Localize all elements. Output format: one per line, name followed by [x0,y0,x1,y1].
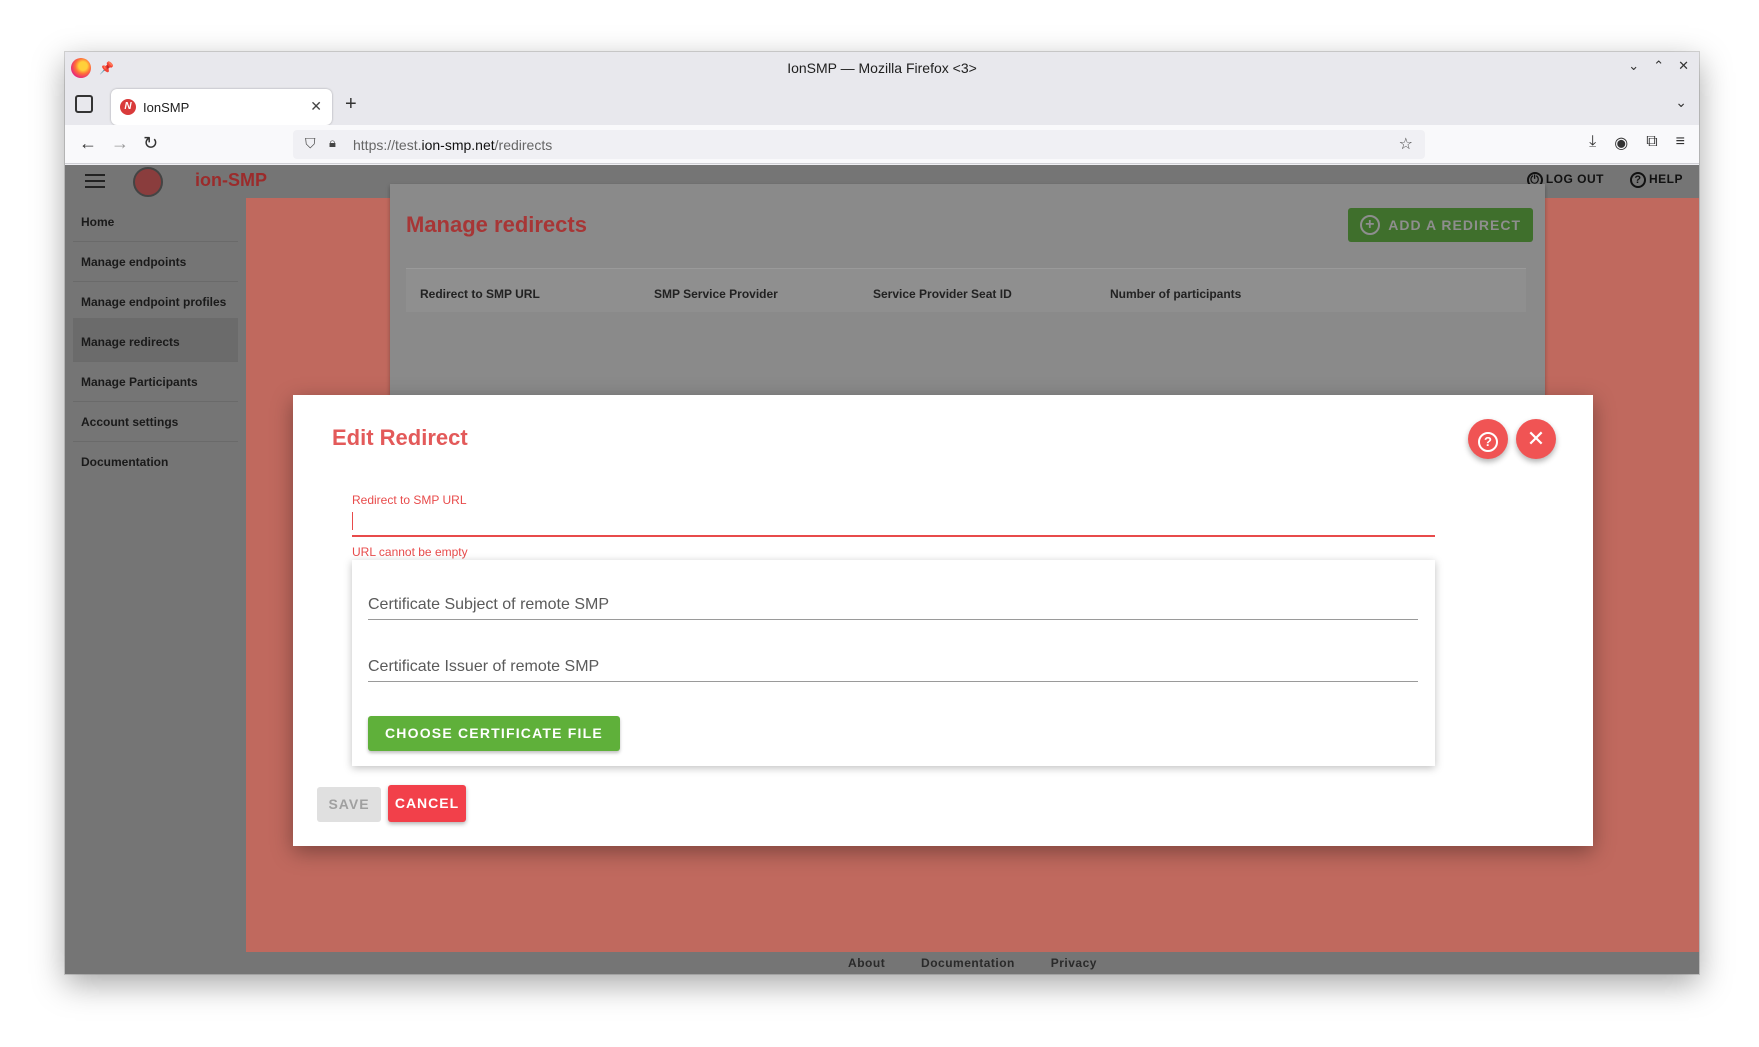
bookmark-star-icon[interactable]: ☆ [1399,134,1413,154]
add-redirect-label: ADD A REDIRECT [1388,217,1521,233]
tab-list-icon[interactable] [75,95,93,113]
download-icon[interactable]: ⤓ [1589,133,1596,153]
browser-window: 📌 IonSMP — Mozilla Firefox <3> ⌄ ⌃ ✕ N I… [65,52,1699,974]
window-title: IonSMP — Mozilla Firefox <3> [787,60,977,76]
column-header-provider[interactable]: SMP Service Provider [654,287,778,301]
maximize-icon[interactable]: ⌃ [1653,58,1664,74]
menu-icon[interactable]: ≡ [1676,133,1685,153]
footer-link-about[interactable]: About [848,956,885,970]
sidebar-item-manage-participants[interactable]: Manage Participants [73,358,238,402]
new-tab-icon[interactable]: + [345,93,357,116]
dialog-help-button[interactable]: ? [1468,419,1508,459]
tab-overflow-icon[interactable]: ⌄ [1675,94,1687,111]
forward-icon[interactable]: → [111,133,129,154]
certificate-subject-input[interactable]: Certificate Subject of remote SMP [368,590,1418,620]
sidebar-item-home[interactable]: Home [73,198,238,242]
redirect-url-input[interactable] [352,507,1435,537]
account-icon[interactable]: ◉ [1614,133,1628,153]
lock-icon[interactable]: 🔒︎ [329,135,336,151]
text-caret [352,512,353,530]
sidebar: Home Manage endpoints Manage endpoint pr… [65,198,246,974]
add-circle-icon: + [1360,215,1381,235]
sidebar-item-account-settings[interactable]: Account settings [73,398,238,442]
toolbar-right: ⤓ ◉ ⧉ ≡ [1589,133,1685,153]
close-icon: ✕ [1526,426,1546,451]
extensions-icon[interactable]: ⧉ [1646,133,1657,153]
tab-strip: N IonSMP ✕ + ⌄ [65,85,1699,125]
favicon-icon: N [120,99,136,115]
browser-tab[interactable]: N IonSMP ✕ [111,89,332,125]
url-field-label: Redirect to SMP URL [352,493,467,507]
sidebar-item-documentation[interactable]: Documentation [73,438,238,482]
column-header-participants[interactable]: Number of participants [1110,287,1241,301]
help-label: HELP [1648,172,1683,187]
url-domain: ion-smp.net [421,137,495,153]
url-bar[interactable]: ⛉ 🔒︎ https://test.ion-smp.net/redirects … [293,130,1425,159]
add-redirect-button[interactable]: + ADD A REDIRECT [1348,208,1533,242]
save-button[interactable]: SAVE [317,787,381,822]
sidebar-item-manage-endpoint-profiles[interactable]: Manage endpoint profiles [73,278,238,322]
hamburger-menu-icon[interactable] [85,174,105,188]
app-bar-actions: ⏻ LOG OUT ? HELP [1526,172,1683,188]
dialog-title: Edit Redirect [332,425,468,450]
close-window-icon[interactable]: ✕ [1678,58,1689,74]
footer-link-privacy[interactable]: Privacy [1051,956,1097,970]
url-prefix: https://test. [353,137,422,153]
footer: About Documentation Privacy [246,952,1699,974]
edit-redirect-dialog: Edit Redirect ? ✕ Redirect to SMP URL UR… [293,395,1593,846]
title-bar: 📌 IonSMP — Mozilla Firefox <3> ⌄ ⌃ ✕ [65,52,1699,85]
back-icon[interactable]: ← [79,133,97,154]
sidebar-item-manage-redirects[interactable]: Manage redirects [73,318,238,362]
tab-close-icon[interactable]: ✕ [310,98,322,115]
ion-smp-logo [133,167,163,197]
minimize-icon[interactable]: ⌄ [1628,58,1639,74]
help-button[interactable]: ? HELP [1629,172,1683,188]
cancel-button[interactable]: CANCEL [388,785,466,822]
certificate-issuer-input[interactable]: Certificate Issuer of remote SMP [368,652,1418,682]
brand-name: ion-SMP [195,170,267,190]
certificate-card: Certificate Subject of remote SMP Certif… [352,560,1435,766]
column-header-seat-id[interactable]: Service Provider Seat ID [873,287,1012,301]
shield-icon[interactable]: ⛉ [305,135,316,152]
window-controls: ⌄ ⌃ ✕ [1628,58,1689,74]
help-icon: ? [1629,172,1646,188]
sidebar-item-manage-endpoints[interactable]: Manage endpoints [73,238,238,282]
url-path: /redirects [494,137,553,153]
tab-title: IonSMP [143,100,190,115]
column-header-url[interactable]: Redirect to SMP URL [420,287,540,301]
footer-link-documentation[interactable]: Documentation [921,956,1015,970]
choose-certificate-button[interactable]: CHOOSE CERTIFICATE FILE [368,716,620,751]
url-error-message: URL cannot be empty [352,545,468,559]
reload-icon[interactable]: ↻ [143,133,158,154]
page-title: Manage redirects [406,212,587,237]
logout-label: LOG OUT [1545,172,1604,187]
dialog-close-button[interactable]: ✕ [1516,419,1556,459]
table-header: Redirect to SMP URL SMP Service Provider… [406,268,1526,312]
navigation-bar: ← → ↻ ⛉ 🔒︎ https://test.ion-smp.net/redi… [65,125,1699,164]
url-text[interactable]: https://test.ion-smp.net/redirects [353,137,552,153]
question-icon: ? [1478,432,1498,452]
